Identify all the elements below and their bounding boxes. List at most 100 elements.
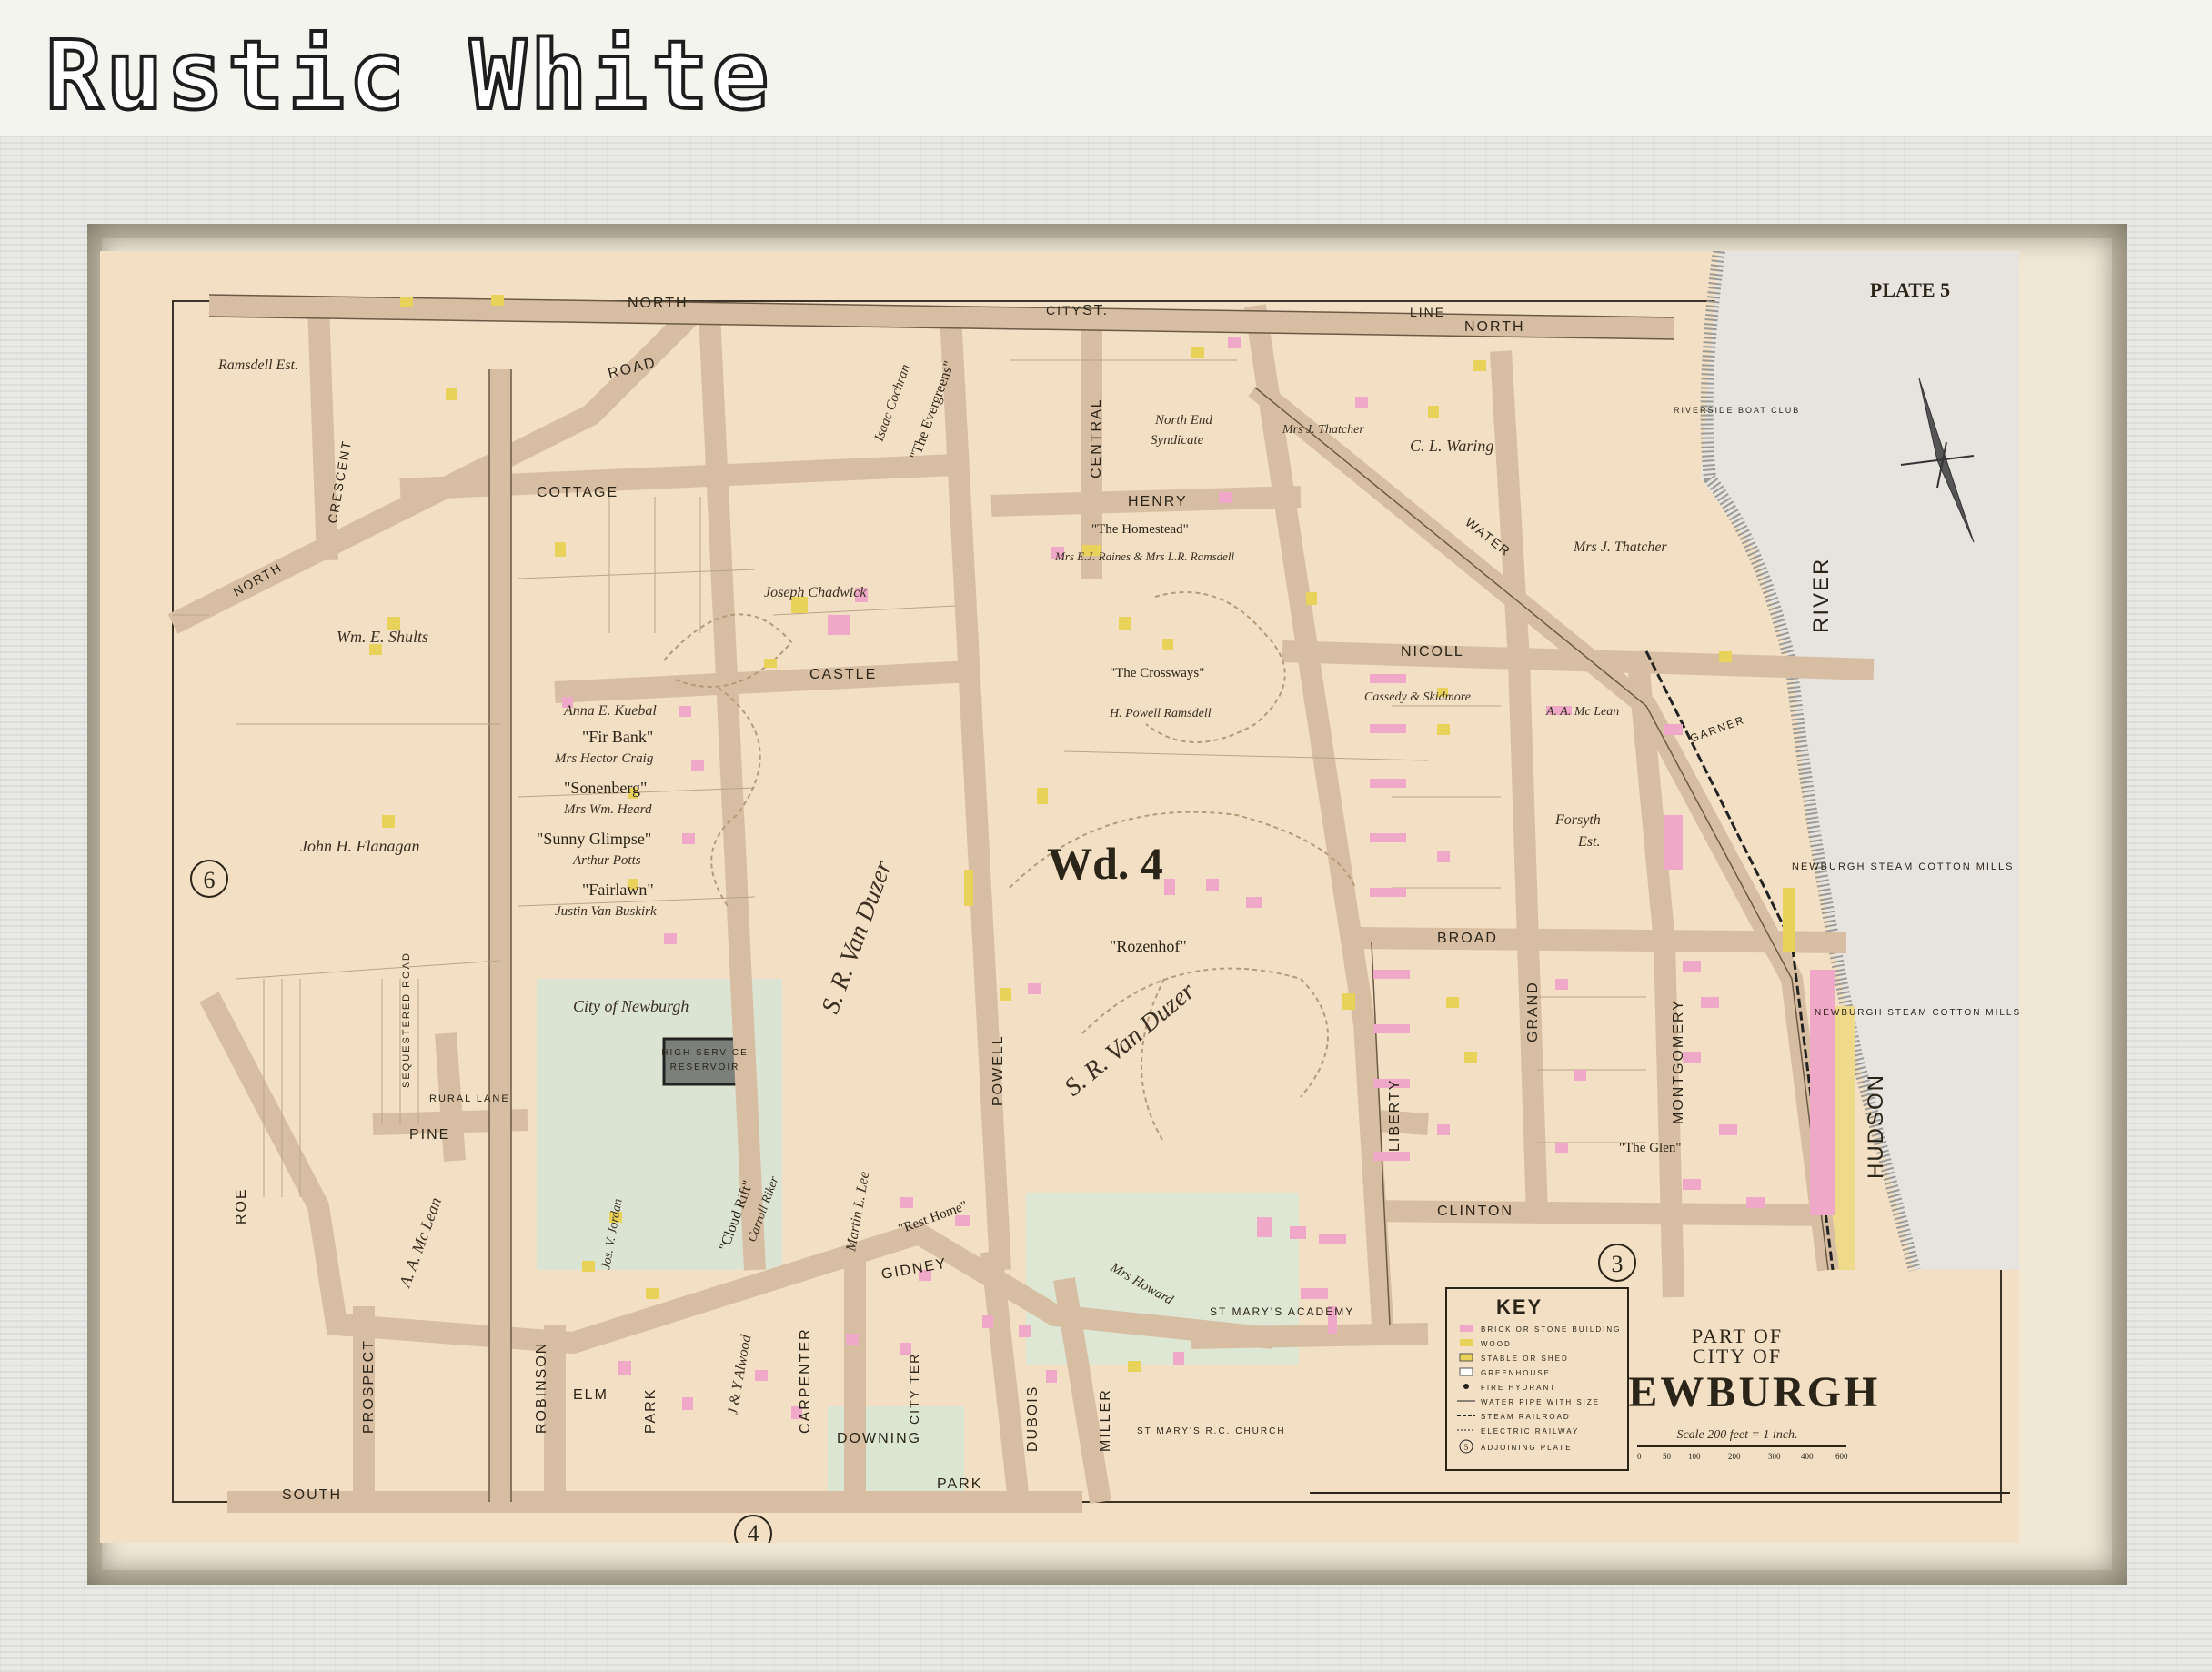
label-steam-mills-1: NEWBURGH STEAM COTTON MILLS — [1792, 861, 2014, 872]
map-title-mid: CITY OF — [1693, 1345, 1782, 1367]
scale-text: Scale 200 feet = 1 inch. — [1676, 1428, 1797, 1442]
label-downing-2: PARK — [937, 1476, 982, 1492]
label-steam-mills-2: NEWBURGH STEAM COTTON MILLS — [1815, 1008, 2019, 1018]
label-potts: Arthur Potts — [572, 853, 641, 868]
street-montgomery: MONTGOMERY — [1671, 999, 1686, 1124]
banner: Rustic White — [0, 0, 2212, 133]
street-clinton: CLINTON — [1437, 1204, 1513, 1219]
street-central: CENTRAL — [1089, 398, 1104, 478]
label-st-marys-church: ST MARY'S R.C. CHURCH — [1137, 1426, 1286, 1436]
label-city-of-newburgh: City of Newburgh — [573, 997, 689, 1015]
street-grand: GRAND — [1525, 981, 1541, 1042]
street-city-ter: CITY TER — [907, 1353, 921, 1425]
label-mclean-right: A. A. Mc Lean — [1545, 705, 1619, 719]
key-swatch-greenhouse — [1459, 1367, 1473, 1376]
plate-label: PLATE 5 — [1870, 278, 1950, 301]
map-print: 6 3 4 PLATE 5 Wd. 4 NORTH CITY ST. NORTH… — [100, 251, 2019, 1543]
key-title: KEY — [1496, 1295, 1543, 1318]
label-northend-1: North End — [1154, 413, 1212, 428]
label-sunny-glimpse: "Sunny Glimpse" — [537, 830, 651, 848]
label-reservoir-2: RESERVOIR — [670, 1063, 740, 1073]
map-title-big: NEWBURGH — [1594, 1368, 1881, 1416]
street-south: SOUTH — [282, 1487, 342, 1503]
street-cottage: COTTAGE — [537, 485, 618, 500]
street-dubois: DUBOIS — [1025, 1385, 1041, 1452]
label-crossways: "The Crossways" — [1110, 666, 1204, 680]
street-powell: POWELL — [990, 1034, 1006, 1106]
street-castle: CASTLE — [809, 667, 877, 682]
hudson-label: HUDSON — [1864, 1073, 1888, 1179]
key-item: STABLE OR SHED — [1481, 1355, 1569, 1363]
label-the-glen: "The Glen" — [1619, 1141, 1681, 1155]
label-homestead: "The Homestead" — [1091, 522, 1189, 537]
scale-tick: 100 — [1688, 1452, 1701, 1461]
ward-label: Wd. 4 — [1047, 838, 1163, 889]
key-swatch-wood — [1460, 1339, 1473, 1346]
street-henry: HENRY — [1128, 494, 1188, 509]
scale-tick: 400 — [1801, 1452, 1814, 1461]
street-north: NORTH — [628, 296, 689, 311]
street-pine: PINE — [409, 1127, 450, 1143]
street-robinson: ROBINSON — [534, 1342, 549, 1434]
key-item: WATER PIPE WITH SIZE — [1481, 1398, 1600, 1406]
label-kuebal: Anna E. Kuebal — [563, 703, 657, 719]
key-item: ELECTRIC RAILWAY — [1481, 1427, 1579, 1435]
label-fairlawn: "Fairlawn" — [582, 881, 654, 899]
scale-tick: 50 — [1663, 1452, 1672, 1461]
key-item: WOOD — [1481, 1340, 1512, 1348]
label-chadwick: Joseph Chadwick — [764, 585, 867, 600]
label-rozenhof: "Rozenhof" — [1110, 937, 1187, 955]
label-forsyth: Forsyth — [1554, 812, 1601, 828]
label-ramsdell-h: H. Powell Ramsdell — [1109, 707, 1212, 720]
label-sonenberg: "Sonenberg" — [564, 779, 647, 797]
label-flanagan: John H. Flanagan — [300, 837, 419, 855]
label-shults: Wm. E. Shults — [337, 628, 428, 646]
street-prospect: PROSPECT — [361, 1339, 377, 1434]
key-item: GREENHOUSE — [1481, 1369, 1551, 1377]
label-cassedy: Cassedy & Skidmore — [1364, 690, 1471, 704]
street-st-north: ST. — [1082, 303, 1109, 318]
label-reservoir-1: HIGH SERVICE — [661, 1048, 749, 1058]
label-heard: Mrs Wm. Heard — [563, 802, 652, 817]
scale-tick: 200 — [1728, 1452, 1741, 1461]
key-item: ADJOINING PLATE — [1481, 1444, 1573, 1452]
label-thatcher-1: Mrs J. Thatcher — [1282, 423, 1364, 437]
adjoining-plate-6: 6 — [204, 867, 216, 893]
street-park: PARK — [643, 1388, 659, 1434]
street-miller: MILLER — [1098, 1388, 1113, 1452]
map-key: KEY 5 BRICK OR STONE BUILDING WOOD STABL… — [1445, 1287, 1629, 1471]
key-swatch-brick — [1460, 1325, 1473, 1332]
label-downing-1: DOWNING — [837, 1431, 921, 1446]
label-st-marys-academy: ST MARY'S ACADEMY — [1210, 1305, 1354, 1318]
label-raines: Mrs E.J. Raines & Mrs L.R. Ramsdell — [1054, 549, 1235, 563]
key-item: FIRE HYDRANT — [1481, 1384, 1556, 1392]
scale-tick: 600 — [1835, 1452, 1848, 1461]
key-plate-number: 5 — [1464, 1443, 1469, 1452]
label-waring: C. L. Waring — [1410, 437, 1493, 455]
label-thatcher-2: Mrs J. Thatcher — [1573, 539, 1667, 555]
street-elm: ELM — [573, 1387, 608, 1403]
label-craig: Mrs Hector Craig — [554, 751, 654, 766]
street-rural-lane: RURAL LANE — [429, 1093, 510, 1104]
scale-tick: 0 — [1637, 1452, 1642, 1461]
street-city-label: CITY — [1046, 303, 1082, 317]
key-item: STEAM RAILROAD — [1481, 1413, 1571, 1421]
street-broad: BROAD — [1437, 931, 1498, 946]
street-line-label: LINE — [1410, 305, 1445, 319]
key-symbol-hydrant — [1463, 1384, 1469, 1389]
adjoining-plate-3: 3 — [1612, 1251, 1624, 1277]
street-carpenter: CARPENTER — [798, 1327, 813, 1434]
label-ramsdell: Ramsdell Est. — [217, 358, 298, 373]
street-nicoll: NICOLL — [1401, 644, 1464, 660]
key-swatch-stable — [1459, 1353, 1473, 1362]
label-firbank: "Fir Bank" — [582, 728, 653, 746]
label-northend-2: Syndicate — [1151, 433, 1204, 448]
label-vanbuskirk: Justin Van Buskirk — [555, 904, 657, 919]
street-roe: ROE — [234, 1187, 249, 1224]
banner-title: Rustic White — [44, 18, 773, 133]
street-liberty: LIBERTY — [1387, 1079, 1403, 1152]
street-sequestered: SEQUESTERED ROAD — [401, 952, 412, 1088]
adjoining-plate-4: 4 — [748, 1520, 759, 1543]
label-forsyth-est: Est. — [1577, 834, 1600, 850]
label-riverside: RIVERSIDE BOAT CLUB — [1674, 406, 1800, 415]
